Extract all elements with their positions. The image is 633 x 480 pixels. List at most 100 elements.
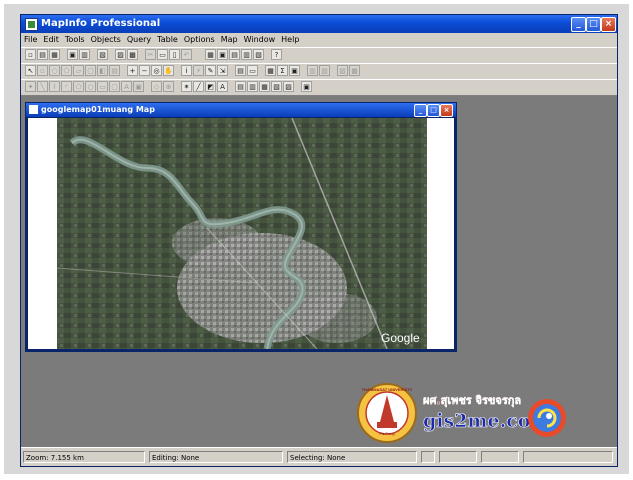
menu-table[interactable]: Table (154, 33, 181, 47)
map-close-button[interactable]: × (440, 104, 453, 117)
new-table-icon[interactable]: ▫ (25, 49, 36, 60)
boundary-select-icon[interactable]: ▱ (73, 65, 84, 76)
change-view-icon[interactable]: ◎ (151, 65, 162, 76)
statistics-icon[interactable]: Σ (277, 65, 288, 76)
show-legend-icon[interactable]: ▦ (265, 65, 276, 76)
map-window[interactable]: googlemap01muang Map _ □ × Google (25, 102, 457, 352)
status-bar: Zoom: 7.155 km Editing: None Selecting: … (21, 447, 617, 466)
menu-tools[interactable]: Tools (62, 33, 88, 47)
label-tool-icon[interactable]: ✎ (205, 65, 216, 76)
close-button[interactable]: × (601, 17, 616, 32)
menu-window[interactable]: Window (241, 33, 279, 47)
catalog-tool-icon[interactable]: ▥ (247, 81, 258, 92)
text-style-icon[interactable]: A (217, 81, 228, 92)
menu-help[interactable]: Help (278, 33, 302, 47)
ruler-icon[interactable]: ▭ (247, 65, 258, 76)
seal-ring-text: THAMMASAT UNIVERSITY (362, 387, 413, 392)
line-tool-icon[interactable]: ╲ (37, 81, 48, 92)
reshape-tool-icon[interactable]: ◇ (151, 81, 162, 92)
set-target-icon[interactable]: ▣ (289, 65, 300, 76)
arc-tool-icon[interactable]: ◜ (61, 81, 72, 92)
map-minimize-button[interactable]: _ (414, 104, 427, 117)
zoom-in-icon[interactable]: + (127, 65, 138, 76)
save-icon[interactable]: ▣ (67, 49, 78, 60)
new-grapher-icon[interactable]: ▤ (229, 49, 240, 60)
minimize-button[interactable]: _ (571, 17, 586, 32)
select-arrow-icon[interactable]: ↖ (25, 65, 36, 76)
menu-edit[interactable]: Edit (40, 33, 62, 47)
unselect-all-icon[interactable]: ▢ (85, 65, 96, 76)
marquee-select-icon[interactable]: ▫ (37, 65, 48, 76)
mapinfo-app-icon (25, 18, 38, 31)
radius-select-icon[interactable]: ○ (49, 65, 60, 76)
clip-region-icon[interactable]: ▥ (307, 65, 318, 76)
menu-query[interactable]: Query (124, 33, 154, 47)
rectangle-tool-icon[interactable]: ▭ (97, 81, 108, 92)
new-redistrict-icon[interactable]: ▧ (253, 49, 264, 60)
status-editing[interactable]: Editing: None (149, 451, 283, 463)
status-panel-blank-1 (421, 451, 435, 463)
ellipse-tool-icon[interactable]: ○ (85, 81, 96, 92)
symbol-tool-icon[interactable]: ✦ (25, 81, 36, 92)
region-style-icon[interactable]: ◩ (205, 81, 216, 92)
invert-selection-icon[interactable]: ◧ (97, 65, 108, 76)
status-selecting[interactable]: Selecting: None (287, 451, 417, 463)
menu-file[interactable]: File (21, 33, 40, 47)
hotlink-icon[interactable]: ⚡ (193, 65, 204, 76)
satellite-map-image: Google (57, 118, 427, 349)
clip-on-off-icon[interactable]: ▧ (319, 65, 330, 76)
info-tool-icon[interactable]: i (181, 65, 192, 76)
polygon-select-icon[interactable]: ⬠ (61, 65, 72, 76)
print-icon[interactable]: ▨ (115, 49, 126, 60)
new-layout-icon[interactable]: ▥ (241, 49, 252, 60)
rounded-rectangle-tool-icon[interactable]: ▢ (109, 81, 120, 92)
status-panel-blank-2 (439, 451, 477, 463)
menu-objects[interactable]: Objects (88, 33, 124, 47)
google-watermark: Google (381, 331, 420, 345)
seal-banner-text: Pa Pong (379, 431, 394, 436)
graph-select-icon[interactable]: ▤ (109, 65, 120, 76)
text-tool-icon[interactable]: A (121, 81, 132, 92)
run-tool-icon[interactable]: ▤ (235, 81, 246, 92)
help-icon[interactable]: ? (271, 49, 282, 60)
add-node-icon[interactable]: ⊕ (163, 81, 174, 92)
maximize-button[interactable]: □ (586, 17, 601, 32)
symbol-style-icon[interactable]: ✶ (181, 81, 192, 92)
cut-icon[interactable]: ✂ (145, 49, 156, 60)
line-style-icon[interactable]: ╱ (193, 81, 204, 92)
new-mapper-icon[interactable]: ▣ (217, 49, 228, 60)
zoom-out-icon[interactable]: − (139, 65, 150, 76)
menu-map[interactable]: Map (218, 33, 241, 47)
map-window-title: googlemap01muang Map (41, 105, 155, 114)
menu-options[interactable]: Options (181, 33, 218, 47)
window-tool-icon[interactable]: ▣ (301, 81, 312, 92)
undo-icon[interactable]: ↶ (181, 49, 192, 60)
map-maximize-button[interactable]: □ (427, 104, 440, 117)
paste-icon[interactable]: ▯ (169, 49, 180, 60)
open-dbms-icon[interactable]: ▧ (97, 49, 108, 60)
copy-icon[interactable]: ▭ (157, 49, 168, 60)
map-window-titlebar[interactable]: googlemap01muang Map _ □ × (26, 103, 456, 117)
save-workspace-icon[interactable]: ▥ (79, 49, 90, 60)
app-titlebar[interactable]: MapInfo Professional _ □ × (21, 15, 617, 33)
legend-window-icon[interactable]: ▩ (349, 65, 360, 76)
layer-control-icon[interactable]: ▤ (235, 65, 246, 76)
drag-map-window-icon[interactable]: ⇲ (217, 65, 228, 76)
app-title: MapInfo Professional (41, 18, 161, 29)
open-icon[interactable]: ▤ (37, 49, 48, 60)
drawing-toolbar: ✦ ╲ ⌇ ◜ ⬠ ○ ▭ ▢ A ▣ ◇ ⊕ ✶ ╱ ◩ A ▤ ▥ ▦ ▧ … (21, 79, 617, 96)
map-window-icon (29, 105, 38, 114)
report-tool-icon[interactable]: ▨ (283, 81, 294, 92)
new-browser-icon[interactable]: ▦ (205, 49, 216, 60)
print-preview-icon[interactable]: ▩ (127, 49, 138, 60)
map-canvas[interactable]: Google (28, 118, 454, 349)
grabber-hand-icon[interactable]: ✋ (163, 65, 174, 76)
polyline-tool-icon[interactable]: ⌇ (49, 81, 60, 92)
frame-tool-icon[interactable]: ▣ (133, 81, 144, 92)
geocode-tool-icon[interactable]: ▦ (259, 81, 270, 92)
open-workspace-icon[interactable]: ▦ (49, 49, 60, 60)
polygon-tool-icon[interactable]: ⬠ (73, 81, 84, 92)
sql-tool-icon[interactable]: ▧ (271, 81, 282, 92)
theme-icon[interactable]: ▨ (337, 65, 348, 76)
branding-graphic: THAMMASAT UNIVERSITY Pa Pong ผศ.สุเพชร จ… (357, 383, 566, 443)
